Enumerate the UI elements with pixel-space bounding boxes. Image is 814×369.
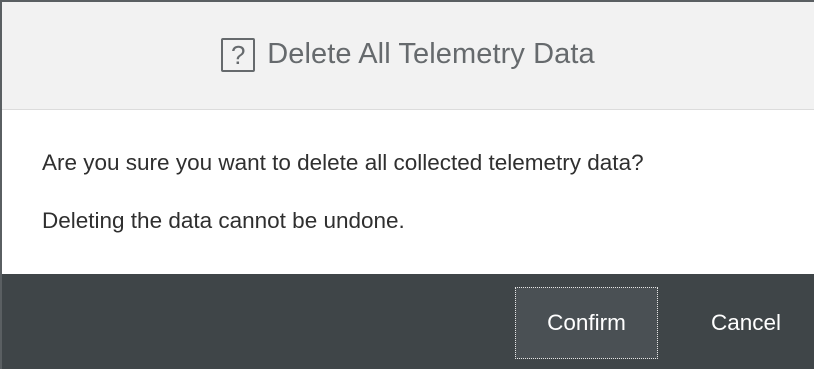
confirmation-message: Are you sure you want to delete all coll… (42, 150, 644, 175)
dialog-title: Delete All Telemetry Data (267, 38, 595, 70)
dialog-body: Are you sure you want to delete all coll… (2, 110, 814, 274)
dialog-header: ? Delete All Telemetry Data (2, 2, 814, 110)
dialog-title-group: ? Delete All Telemetry Data (221, 37, 595, 72)
dialog-footer: Confirm Cancel (2, 274, 814, 369)
delete-telemetry-dialog: ? Delete All Telemetry Data Are you sure… (0, 0, 814, 369)
cancel-button[interactable]: Cancel (690, 287, 802, 359)
warning-message: Deleting the data cannot be undone. (42, 208, 405, 233)
help-icon: ? (221, 37, 256, 72)
confirm-button[interactable]: Confirm (515, 287, 658, 359)
